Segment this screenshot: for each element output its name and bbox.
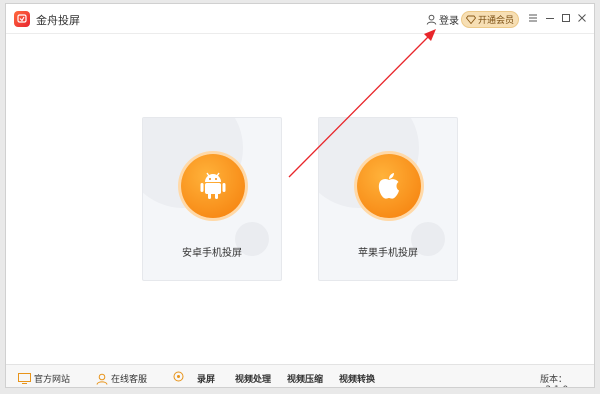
close-icon[interactable] <box>576 12 588 24</box>
android-icon-badge <box>181 154 245 218</box>
app-window: 金舟投屏 登录 开通会员 安卓手机投屏 苹果手机投屏 官方网站 在线客服 录屏 … <box>5 3 595 388</box>
screen-record-link[interactable]: 录屏 <box>197 372 215 385</box>
customer-service-icon <box>96 373 108 385</box>
official-site-link[interactable]: 官方网站 <box>18 372 70 385</box>
official-site-label: 官方网站 <box>34 375 71 385</box>
app-logo-icon <box>14 11 30 27</box>
tools-icon <box>173 371 184 382</box>
login-button[interactable]: 登录 <box>426 12 459 27</box>
version-text: 版本：v2.1.0 <box>540 375 568 387</box>
minimize-icon[interactable] <box>544 12 556 24</box>
login-label: 登录 <box>439 16 459 27</box>
apple-icon-badge <box>357 154 421 218</box>
main-area: 安卓手机投屏 苹果手机投屏 <box>6 35 594 364</box>
status-bar: 官方网站 在线客服 录屏 视频处理 视频压缩 视频转换 版本：v2.1.0 <box>6 364 594 387</box>
title-bar: 金舟投屏 登录 开通会员 <box>6 4 594 34</box>
menu-icon[interactable] <box>527 12 539 24</box>
video-convert-link[interactable]: 视频转换 <box>339 372 375 385</box>
diamond-icon <box>465 15 476 24</box>
android-cast-card[interactable]: 安卓手机投屏 <box>142 117 282 281</box>
apple-icon <box>378 173 399 199</box>
maximize-icon[interactable] <box>560 12 572 24</box>
iphone-cast-label: 苹果手机投屏 <box>358 248 418 259</box>
online-service-link[interactable]: 在线客服 <box>96 372 147 385</box>
user-icon <box>426 14 437 25</box>
video-processing-link[interactable]: 视频处理 <box>235 372 271 385</box>
iphone-cast-card[interactable]: 苹果手机投屏 <box>318 117 458 281</box>
app-title: 金舟投屏 <box>36 14 80 27</box>
monitor-icon <box>18 373 31 384</box>
vip-button[interactable]: 开通会员 <box>461 11 519 28</box>
online-service-label: 在线客服 <box>111 375 148 385</box>
vip-label: 开通会员 <box>477 16 514 26</box>
video-compress-link[interactable]: 视频压缩 <box>287 372 323 385</box>
android-icon <box>200 172 226 199</box>
android-cast-label: 安卓手机投屏 <box>182 248 242 259</box>
